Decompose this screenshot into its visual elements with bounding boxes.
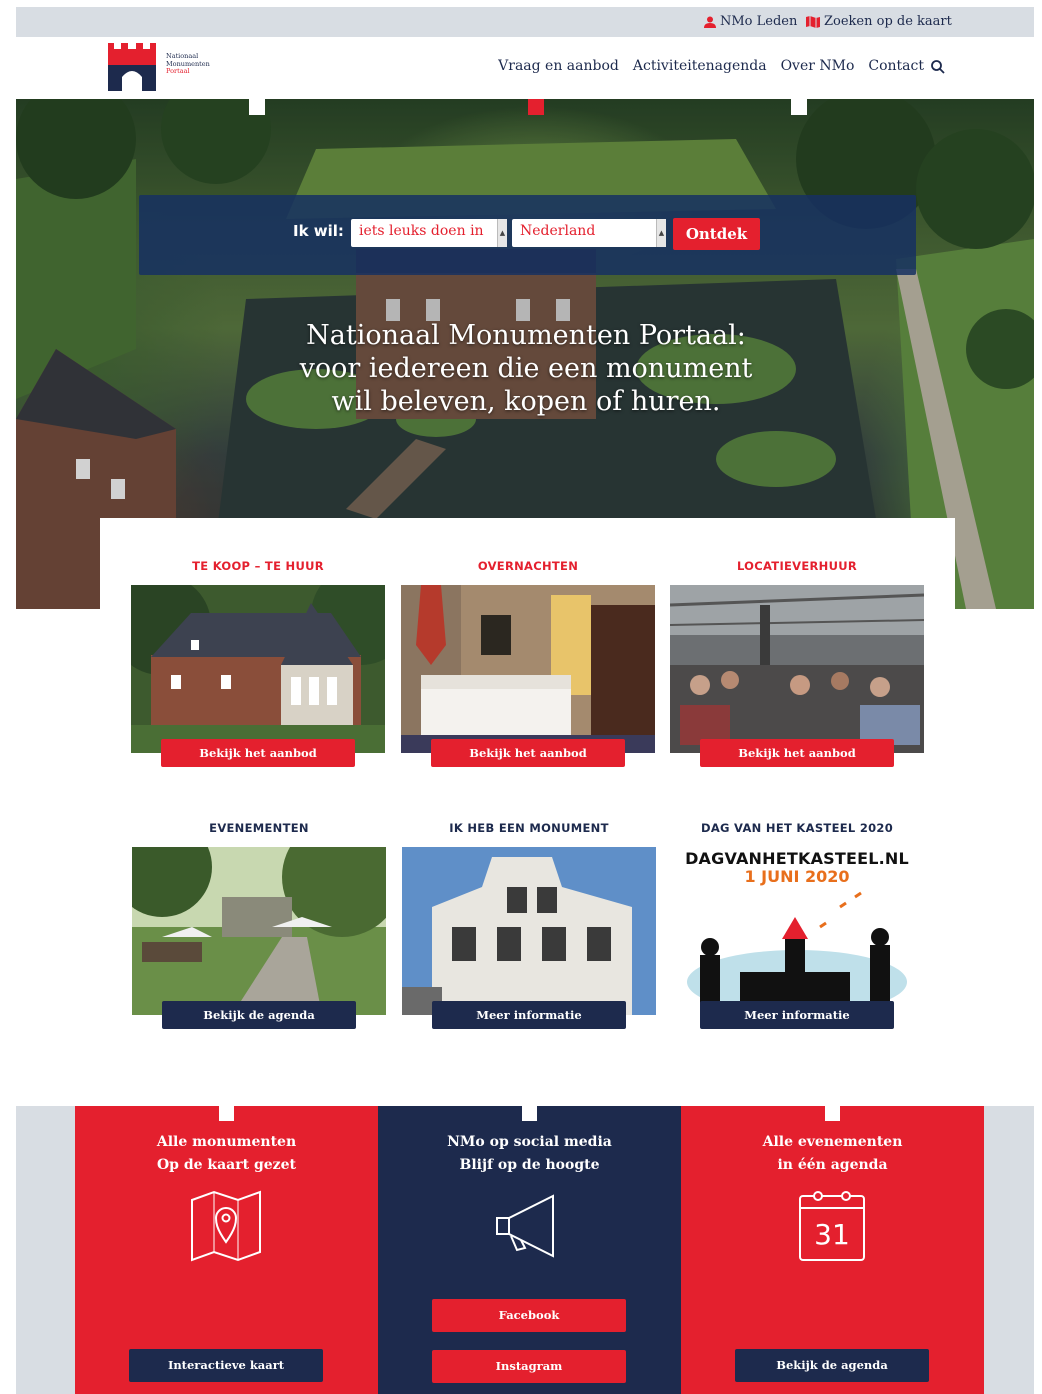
tile-button[interactable]: Meer informatie — [432, 1001, 626, 1029]
tile-title: OVERNACHTEN — [477, 559, 579, 573]
nav-item-contact[interactable]: Contact — [868, 58, 924, 74]
site-logo[interactable]: Nationaal Monumenten Portaal — [108, 43, 218, 93]
hero-notch — [791, 99, 807, 115]
instagram-button[interactable]: Instagram — [432, 1350, 626, 1383]
col-title-line-1: NMo op social media — [447, 1134, 612, 1150]
activity-select-value: iets leuks doen in — [359, 223, 484, 239]
dag-van-het-kasteel-poster: DAGVANHETKASTEEL.NL 1 JUNI 2020 — [670, 847, 924, 1015]
col-title: Alle evenementen in één agenda — [681, 1131, 984, 1177]
megaphone-icon — [496, 1194, 554, 1258]
poster-date: 1 JUNI 2020 — [744, 867, 850, 886]
feature-col-social: NMo op social media Blijf op de hoogte F… — [378, 1106, 681, 1394]
discover-button[interactable]: Ontdek — [673, 218, 760, 250]
main-nav: Vraag en aanbod Activiteitenagenda Over … — [498, 58, 924, 74]
col-title-line-2: Blijf op de hoogte — [459, 1157, 600, 1173]
search-icon[interactable] — [930, 59, 946, 75]
nav-item-activiteitenagenda[interactable]: Activiteitenagenda — [633, 58, 767, 74]
hero-title-line-3: wil beleven, kopen of huren. — [331, 386, 721, 417]
castle-logo-icon — [108, 43, 156, 91]
col-notch — [522, 1106, 537, 1121]
feature-col-map: Alle monumenten Op de kaart gezet Intera… — [75, 1106, 378, 1394]
tile-locatieverhuur: LOCATIEVERHUUR Bekijk het aanbod — [670, 559, 924, 774]
site-header: Nationaal Monumenten Portaal Vraag en aa… — [16, 37, 1034, 99]
map-icon — [806, 15, 820, 28]
hero-notch — [249, 99, 265, 115]
castle-bedroom-photo — [401, 585, 655, 753]
hero-title-line-2: voor iedereen die een monument — [299, 353, 753, 384]
logo-wordmark: Nationaal Monumenten Portaal — [166, 52, 210, 76]
logo-line-3: Portaal — [166, 67, 190, 75]
interactive-map-button[interactable]: Interactieve kaart — [129, 1349, 323, 1382]
region-select-value: Nederland — [520, 223, 596, 239]
user-icon — [704, 16, 716, 28]
activity-select[interactable]: iets leuks doen in ▲ — [351, 219, 507, 247]
tile-title: EVENEMENTEN — [209, 821, 309, 835]
nav-item-over-nmo[interactable]: Over NMo — [781, 58, 855, 74]
tile-title: IK HEB EEN MONUMENT — [449, 821, 609, 835]
col-notch — [825, 1106, 840, 1121]
tile-button[interactable]: Bekijk het aanbod — [161, 739, 355, 767]
col-title-line-1: Alle monumenten — [156, 1134, 297, 1150]
search-label: Ik wil: — [293, 222, 344, 240]
map-pin-icon — [191, 1190, 261, 1262]
members-link-label: NMo Leden — [720, 14, 798, 29]
tile-title: DAG VAN HET KASTEEL 2020 — [700, 821, 894, 835]
castle-silhouette-illustration — [687, 891, 907, 1014]
discover-search-panel: Ik wil: iets leuks doen in ▲ Nederland ▲… — [139, 195, 916, 275]
tile-ik-heb-een-monument: IK HEB EEN MONUMENT Meer informatie — [402, 821, 656, 1036]
feature-col-agenda: Alle evenementen in één agenda 31 Bekijk… — [681, 1106, 984, 1394]
col-title: Alle monumenten Op de kaart gezet — [75, 1131, 378, 1177]
tile-button[interactable]: Bekijk de agenda — [162, 1001, 356, 1029]
poster-headline: DAGVANHETKASTEEL.NL — [685, 849, 909, 868]
map-search-link-label: Zoeken op de kaart — [824, 14, 952, 29]
col-title: NMo op social media Blijf op de hoogte — [378, 1131, 681, 1177]
region-select[interactable]: Nederland ▲ — [512, 219, 666, 247]
tile-title: TE KOOP – TE HUUR — [192, 559, 324, 573]
offer-tiles-section: TE KOOP – TE HUUR Bekijk het aanbod OVER… — [100, 518, 955, 1058]
tile-overnachten: OVERNACHTEN Bekijk het aanbod — [401, 559, 655, 774]
calendar-icon: 31 — [799, 1191, 865, 1261]
tile-title: LOCATIEVERHUUR — [736, 559, 858, 573]
tile-button[interactable]: Bekijk het aanbod — [700, 739, 894, 767]
feature-band: Alle monumenten Op de kaart gezet Intera… — [16, 1106, 1034, 1394]
country-house-photo — [131, 585, 385, 753]
tile-te-koop: TE KOOP – TE HUUR Bekijk het aanbod — [131, 559, 385, 774]
hero-notch — [528, 99, 544, 115]
facebook-button[interactable]: Facebook — [432, 1299, 626, 1332]
chevron-down-icon: ▲ — [497, 219, 507, 247]
utility-bar: NMo Leden Zoeken op de kaart — [16, 7, 1034, 37]
nav-item-vraag-en-aanbod[interactable]: Vraag en aanbod — [498, 58, 619, 74]
col-title-line-1: Alle evenementen — [762, 1134, 903, 1150]
hero-title: Nationaal Monumenten Portaal: voor ieder… — [226, 319, 826, 418]
tile-evenementen: EVENEMENTEN Bekijk de agenda — [132, 821, 386, 1036]
market-hall-photo — [670, 585, 924, 753]
map-search-link[interactable]: Zoeken op de kaart — [806, 14, 952, 29]
tile-button[interactable]: Meer informatie — [700, 1001, 894, 1029]
col-title-line-2: in één agenda — [777, 1157, 888, 1173]
castle-event-photo — [132, 847, 386, 1015]
hero-title-line-1: Nationaal Monumenten Portaal: — [306, 320, 746, 351]
tile-button[interactable]: Bekijk het aanbod — [431, 739, 625, 767]
col-title-line-2: Op de kaart gezet — [156, 1157, 296, 1173]
col-notch — [219, 1106, 234, 1121]
page: NMo Leden Zoeken op de kaart Nationaal M… — [16, 7, 1034, 1394]
calendar-day-number: 31 — [814, 1218, 850, 1251]
members-link[interactable]: NMo Leden — [704, 14, 797, 29]
tile-dag-van-het-kasteel: DAG VAN HET KASTEEL 2020 DAGVANHETKASTEE… — [670, 821, 924, 1036]
monument-facade-photo — [402, 847, 656, 1015]
view-agenda-button[interactable]: Bekijk de agenda — [735, 1349, 929, 1382]
chevron-down-icon: ▲ — [656, 219, 666, 247]
